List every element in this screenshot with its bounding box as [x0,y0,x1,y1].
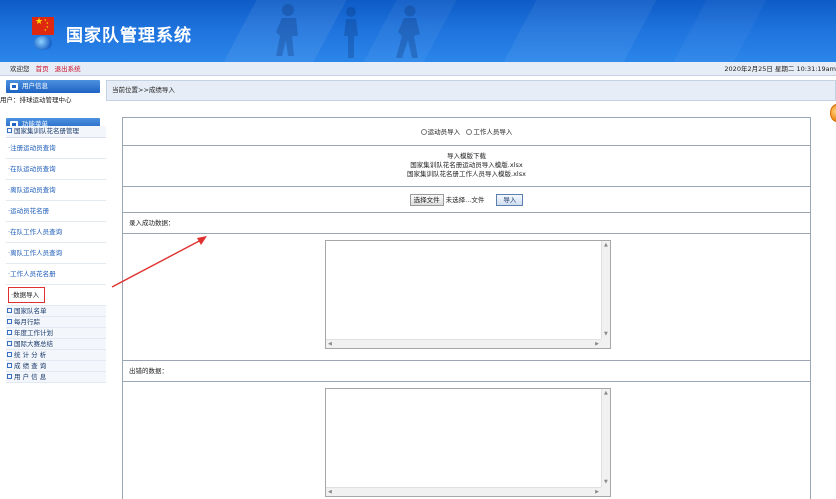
upload-row: 选择文件 未选择...文件 导入 [123,187,810,213]
vertical-scrollbar[interactable]: ▲ ▼ [601,389,610,487]
data-import-highlight: ·数据导入 [8,287,46,303]
resize-grip-icon[interactable] [601,487,610,496]
nav-user-info[interactable]: 用 户 信 息 [6,372,106,383]
athlete-silhouette-icon [344,7,358,58]
error-data-textarea[interactable]: ▲ ▼ ◀ ▶ [325,388,611,497]
expand-box-icon [7,308,12,313]
user-panel-header: 用户信息 [6,80,100,93]
expand-box-icon [7,128,12,133]
nav-national-team-list[interactable]: 国家队名单 [6,306,106,317]
expand-box-icon [7,319,12,324]
breadcrumb: 当前位置>>成绩导入 [106,80,836,101]
success-data-row: ▲ ▼ ◀ ▶ [123,234,810,361]
horizontal-scrollbar[interactable]: ◀ ▶ [326,487,601,496]
import-form: 运动员导入 工作人员导入 导入模版下载 国家集训队花名册运动员导入模版.xlsx… [122,117,811,499]
welcome-text: 欢迎您 [10,65,30,73]
scroll-up-icon: ▲ [604,390,608,396]
file-name-display: 未选择...文件 [445,196,485,204]
athlete-silhouette-icon [396,5,420,58]
scroll-up-icon: ▲ [604,242,608,248]
staff-template-link[interactable]: 国家集训队花名册工作人员导入模版.xlsx [123,170,810,179]
header-decoration [673,0,767,62]
current-user: 用户：排球运动管理中心 [0,96,72,104]
current-datetime: 2020年2月25日 星期二 10:31:19am [724,65,836,73]
scroll-left-icon: ◀ [328,341,332,347]
athlete-silhouette-icon [276,4,298,56]
logout-link[interactable]: 退出系统 [55,65,81,73]
scroll-down-icon: ▼ [604,331,608,337]
expand-box-icon [7,363,12,368]
resize-grip-icon[interactable] [601,339,610,348]
radio-athlete-label: 运动员导入 [427,128,461,136]
nav-competition-summary[interactable]: 国际大赛总结 [6,339,106,350]
expand-box-icon [7,330,12,335]
error-data-row: ▲ ▼ ◀ ▶ [123,382,810,499]
choose-file-button[interactable]: 选择文件 [409,194,444,206]
system-title: 国家队管理系统 [66,26,192,46]
menu-item-departed-staff[interactable]: ·离队工作人员查询 [6,243,106,264]
china-flag-icon: ★ ★ ★ ★ ★ [32,17,54,35]
nav-statistics[interactable]: 统 计 分 析 [6,350,106,361]
scroll-down-icon: ▼ [604,479,608,485]
top-bar: 欢迎您 首页 退出系统 2020年2月25日 星期二 10:31:19am [0,62,836,76]
expand-box-icon [7,352,12,357]
radio-athlete-import[interactable] [420,129,427,135]
left-sidebar: 用户信息 用户：排球运动管理中心 功能菜单 国家集训队花名册管理 ·注册运动员查… [0,76,106,499]
header-decoration [503,0,657,62]
menu-item-athlete-roster[interactable]: ·运动员花名册 [6,201,106,222]
error-data-label: 出错的数据： [123,361,810,382]
radio-staff-label: 工作人员导入 [473,128,513,136]
horizontal-scrollbar[interactable]: ◀ ▶ [326,339,601,348]
radio-staff-import[interactable] [466,129,473,135]
scroll-left-icon: ◀ [328,489,332,495]
nav-results-query[interactable]: 成 绩 查 询 [6,361,106,372]
success-data-label: 录入成功数据： [123,213,810,234]
menu-item-data-import[interactable]: ·数据导入 [6,285,106,306]
menu-item-active-athletes[interactable]: ·在队运动员查询 [6,159,106,180]
panel-icon [10,83,18,90]
top-links: 欢迎您 首页 退出系统 [10,65,85,73]
menu-item-staff-roster[interactable]: ·工作人员花名册 [6,264,106,285]
nav-annual-plan[interactable]: 年度工作计划 [6,328,106,339]
nav-monthly-whereabouts[interactable]: 每月行踪 [6,317,106,328]
template-title: 导入模版下载 [447,152,486,160]
success-data-textarea[interactable]: ▲ ▼ ◀ ▶ [325,240,611,349]
athlete-template-link[interactable]: 国家集训队花名册运动员导入模版.xlsx [123,161,810,170]
expand-box-icon [7,374,12,379]
vertical-scrollbar[interactable]: ▲ ▼ [601,241,610,339]
user-panel-title: 用户信息 [22,82,48,90]
menu-group-roster[interactable]: 国家集训队花名册管理 [6,126,106,138]
import-type-row: 运动员导入 工作人员导入 [123,118,810,146]
import-button[interactable]: 导入 [496,194,524,206]
menu-item-active-staff[interactable]: ·在队工作人员查询 [6,222,106,243]
globe-emblem-icon [34,36,52,50]
function-menu: 国家集训队花名册管理 ·注册运动员查询 ·在队运动员查询 ·离队运动员查询 ·运… [6,126,106,383]
menu-item-registered-athletes[interactable]: ·注册运动员查询 [6,138,106,159]
scroll-right-icon: ▶ [595,341,599,347]
template-download-row: 导入模版下载 国家集训队花名册运动员导入模版.xlsx 国家集训队花名册工作人员… [123,146,810,187]
home-link[interactable]: 首页 [36,65,49,73]
expand-box-icon [7,341,12,346]
floating-assistant-icon[interactable] [830,104,836,122]
scroll-right-icon: ▶ [595,489,599,495]
menu-item-departed-athletes[interactable]: ·离队运动员查询 [6,180,106,201]
app-header: ★ ★ ★ ★ ★ 国家队管理系统 [0,0,836,62]
